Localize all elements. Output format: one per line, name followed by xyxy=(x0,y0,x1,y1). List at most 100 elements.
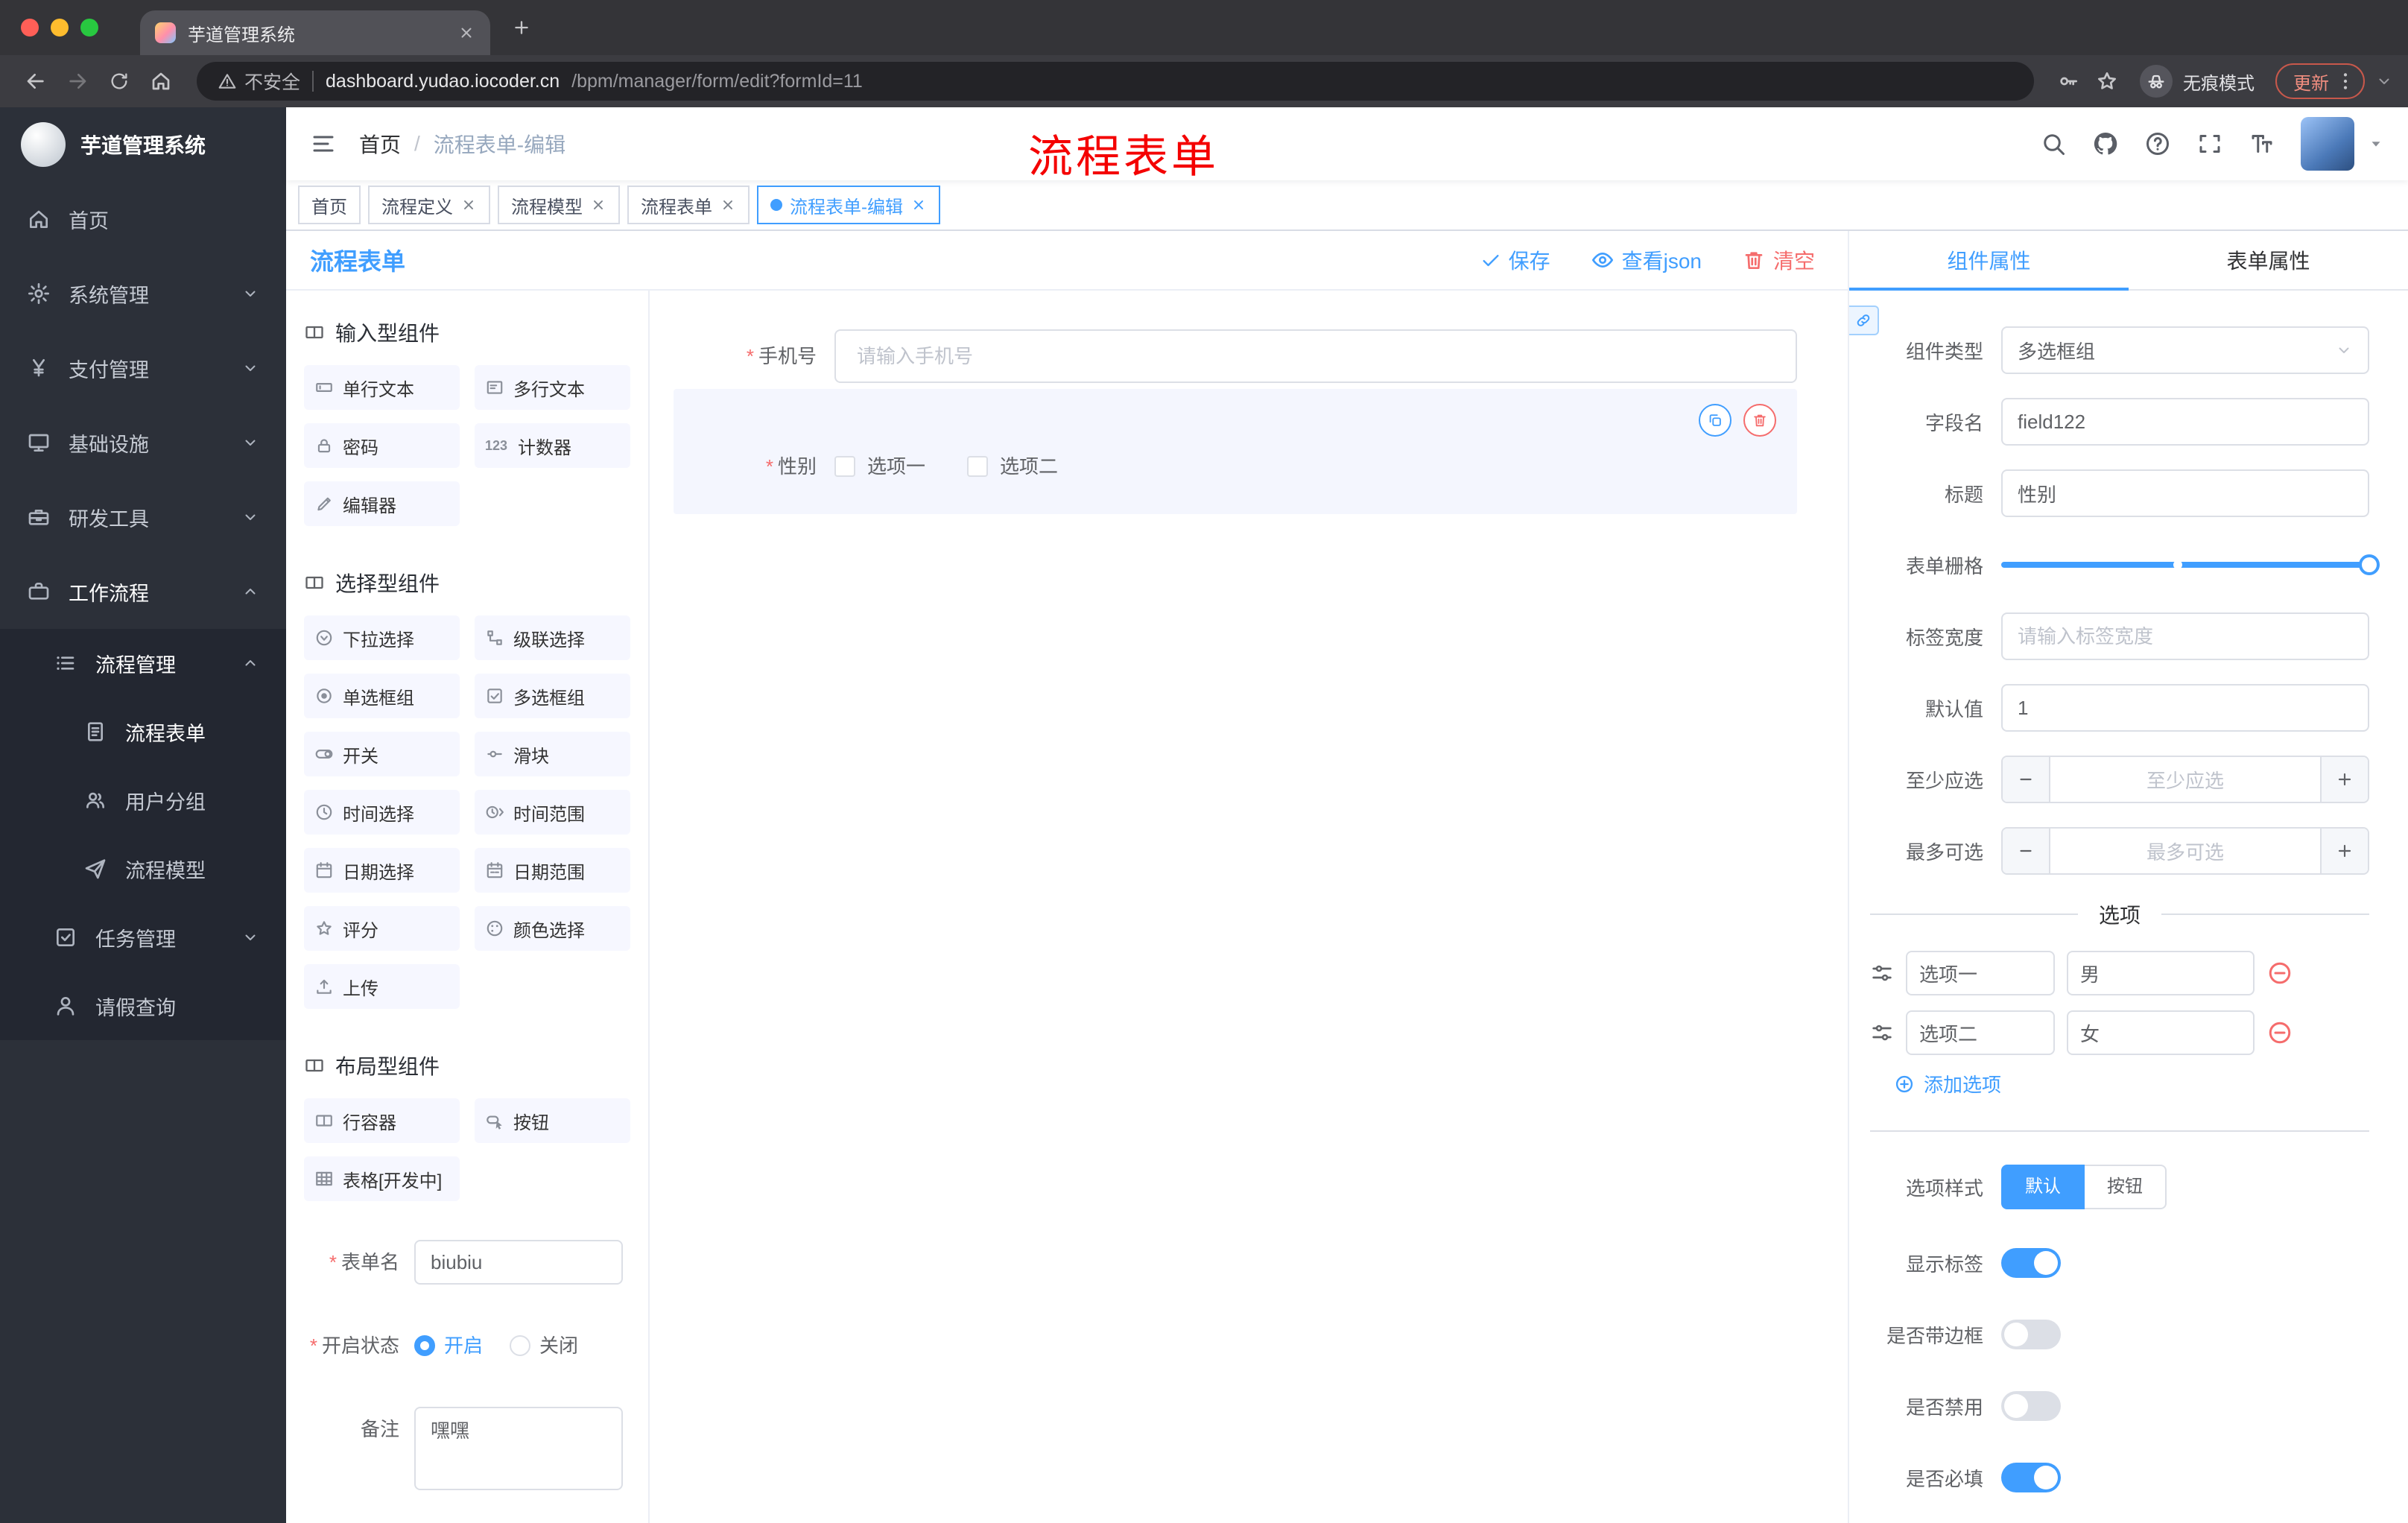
decrease-button[interactable] xyxy=(2003,757,2050,802)
tab-component-props[interactable]: 组件属性 xyxy=(1849,231,2129,291)
status-on-radio[interactable]: 开启 xyxy=(414,1323,483,1368)
drag-handle-icon[interactable] xyxy=(1870,961,1894,985)
component-row-container[interactable]: 行容器 xyxy=(304,1098,460,1143)
sidebar-item-process-form[interactable]: 流程表单 xyxy=(0,697,286,766)
sidebar-item-workflow[interactable]: 工作流程 xyxy=(0,554,286,629)
component-time-picker[interactable]: 时间选择 xyxy=(304,790,460,835)
help-icon[interactable] xyxy=(2144,130,2171,157)
sidebar-item-task-management[interactable]: 任务管理 xyxy=(0,903,286,972)
component-password[interactable]: 密码 xyxy=(304,423,460,468)
component-cascader[interactable]: 级联选择 xyxy=(475,615,630,660)
tag-home[interactable]: 首页 xyxy=(298,186,361,224)
component-slider[interactable]: 滑块 xyxy=(475,732,630,776)
style-default-button[interactable]: 默认 xyxy=(2001,1165,2085,1209)
sidebar-item-process-model[interactable]: 流程模型 xyxy=(0,835,286,903)
tag-process-form[interactable]: 流程表单 xyxy=(627,186,750,224)
browser-update-button[interactable]: 更新 xyxy=(2275,63,2365,99)
remark-textarea[interactable]: 嘿嘿 xyxy=(414,1407,623,1490)
sidebar-item-infrastructure[interactable]: 基础设施 xyxy=(0,405,286,480)
status-off-radio[interactable]: 关闭 xyxy=(510,1323,578,1368)
sidebar-toggle-icon[interactable] xyxy=(310,130,337,157)
style-button-button[interactable]: 按钮 xyxy=(2085,1165,2167,1209)
option-1-value-input[interactable] xyxy=(2067,951,2255,995)
copy-item-button[interactable] xyxy=(1699,404,1731,437)
field-name-input[interactable] xyxy=(2001,398,2369,446)
component-switch[interactable]: 开关 xyxy=(304,732,460,776)
show-label-switch[interactable] xyxy=(2001,1248,2061,1278)
option-1-label-input[interactable] xyxy=(1906,951,2055,995)
breadcrumb-home[interactable]: 首页 xyxy=(359,129,401,159)
option-2-value-input[interactable] xyxy=(2067,1010,2255,1055)
form-grid-slider[interactable] xyxy=(2001,541,2380,589)
component-type-select[interactable]: 多选框组 xyxy=(2001,326,2369,374)
close-icon[interactable] xyxy=(590,197,606,213)
delete-item-button[interactable] xyxy=(1743,404,1776,437)
new-tab-button[interactable] xyxy=(511,17,532,38)
home-button[interactable] xyxy=(140,60,182,102)
avatar-caret-icon[interactable] xyxy=(2368,136,2384,152)
reload-button[interactable] xyxy=(98,60,140,102)
border-switch[interactable] xyxy=(2001,1320,2061,1349)
component-time-range[interactable]: 时间范围 xyxy=(475,790,630,835)
tab-form-props[interactable]: 表单属性 xyxy=(2129,231,2408,289)
title-input[interactable] xyxy=(2001,469,2369,517)
form-name-input[interactable] xyxy=(414,1240,623,1285)
component-date-picker[interactable]: 日期选择 xyxy=(304,848,460,893)
form-canvas[interactable]: 手机号 性别 xyxy=(650,291,1848,1523)
maximize-window-button[interactable] xyxy=(80,19,98,37)
sidebar-item-devtools[interactable]: 研发工具 xyxy=(0,480,286,554)
add-option-button[interactable]: 添加选项 xyxy=(1894,1070,2369,1098)
canvas-item-gender-selected[interactable]: 性别 选项一 选项二 xyxy=(674,389,1797,514)
bookmark-star-icon[interactable] xyxy=(2095,69,2119,93)
component-radio-group[interactable]: 单选框组 xyxy=(304,674,460,718)
component-date-range[interactable]: 日期范围 xyxy=(475,848,630,893)
save-button[interactable]: 保存 xyxy=(1480,245,1550,275)
close-icon[interactable] xyxy=(460,197,477,213)
sidebar-item-leave-query[interactable]: 请假查询 xyxy=(0,972,286,1040)
option-2-label-input[interactable] xyxy=(1906,1010,2055,1055)
increase-button[interactable] xyxy=(2320,757,2368,802)
sidebar-item-system[interactable]: 系统管理 xyxy=(0,256,286,331)
close-icon[interactable] xyxy=(910,197,927,213)
canvas-item-phone[interactable]: 手机号 xyxy=(674,329,1797,383)
address-bar[interactable]: 不安全 dashboard.yudao.iocoder.cn/bpm/manag… xyxy=(197,62,2034,101)
sidebar-item-home[interactable]: 首页 xyxy=(0,182,286,256)
increase-button[interactable] xyxy=(2320,829,2368,873)
close-icon[interactable] xyxy=(720,197,736,213)
user-avatar[interactable] xyxy=(2301,117,2354,171)
disabled-switch[interactable] xyxy=(2001,1391,2061,1421)
component-single-line-text[interactable]: 单行文本 xyxy=(304,365,460,410)
component-rate[interactable]: 评分 xyxy=(304,906,460,951)
view-json-button[interactable]: 查看json xyxy=(1591,245,1702,275)
minimize-window-button[interactable] xyxy=(51,19,69,37)
required-switch[interactable] xyxy=(2001,1463,2061,1492)
sidebar-item-process-management[interactable]: 流程管理 xyxy=(0,629,286,697)
tag-process-form-edit[interactable]: 流程表单-编辑 xyxy=(757,186,940,224)
component-checkbox-group[interactable]: 多选框组 xyxy=(475,674,630,718)
component-editor[interactable]: 编辑器 xyxy=(304,481,460,526)
component-select[interactable]: 下拉选择 xyxy=(304,615,460,660)
component-multi-line-text[interactable]: 多行文本 xyxy=(475,365,630,410)
browser-menu-icon[interactable] xyxy=(2333,69,2357,93)
phone-input[interactable] xyxy=(834,329,1797,383)
toolbar-caret-icon[interactable] xyxy=(2375,72,2393,90)
slider-handle[interactable] xyxy=(2359,554,2380,575)
tab-close-icon[interactable] xyxy=(457,24,475,42)
label-width-input[interactable] xyxy=(2001,612,2369,660)
sidebar-item-user-group[interactable]: 用户分组 xyxy=(0,766,286,835)
component-table-wip[interactable]: 表格[开发中] xyxy=(304,1156,460,1201)
security-status[interactable]: 不安全 xyxy=(218,68,300,95)
decrease-button[interactable] xyxy=(2003,829,2050,873)
remove-option-button[interactable] xyxy=(2266,1019,2293,1046)
gender-option-2-checkbox[interactable]: 选项二 xyxy=(967,452,1058,481)
search-icon[interactable] xyxy=(2040,130,2067,157)
back-button[interactable] xyxy=(15,60,57,102)
default-value-input[interactable] xyxy=(2001,684,2369,732)
component-upload[interactable]: 上传 xyxy=(304,964,460,1009)
sidebar-logo[interactable]: 芋道管理系统 xyxy=(0,107,286,182)
tag-process-model[interactable]: 流程模型 xyxy=(498,186,620,224)
drag-handle-icon[interactable] xyxy=(1870,1021,1894,1045)
max-select-placeholder[interactable]: 最多可选 xyxy=(2050,829,2320,873)
component-counter[interactable]: 计数器 xyxy=(475,423,630,468)
slider-track[interactable] xyxy=(2001,554,2380,575)
